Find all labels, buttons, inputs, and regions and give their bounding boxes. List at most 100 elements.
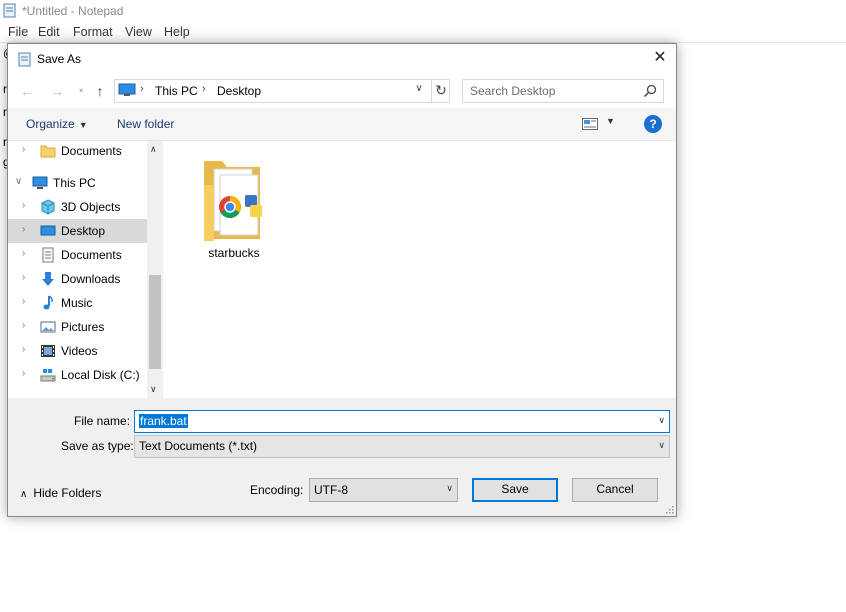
tree-label: Documents [61,248,122,262]
folder-icon [204,161,262,241]
tree-label: Pictures [61,320,105,334]
scrollbar-thumb[interactable] [149,275,161,369]
tree-item-downloads[interactable]: › Downloads [8,267,147,291]
documents-icon [42,247,54,263]
cancel-button[interactable]: Cancel [572,478,658,502]
up-icon[interactable]: ↑ [91,82,109,100]
tree-label: Videos [61,344,98,358]
caret-down-icon[interactable]: ▼ [606,116,615,126]
menu-file[interactable]: File [8,25,28,39]
chevron-right-icon: › [22,320,26,331]
tree-item-desktop[interactable]: › Desktop [8,219,147,243]
menu-help[interactable]: Help [164,25,190,39]
hide-folders-label: Hide Folders [33,486,102,500]
tree-item-this-pc[interactable]: ∨ This PC [8,171,147,195]
file-item-starbucks[interactable]: starbucks [192,155,276,265]
forward-icon[interactable]: → [48,82,66,100]
dialog-titlebar[interactable]: Save As ✕ [8,44,676,74]
new-folder-button[interactable]: New folder [117,117,174,131]
chevron-down-icon: ∨ [446,483,453,493]
chevron-right-icon: › [202,83,206,95]
chevron-right-icon: › [140,83,144,95]
3d-objects-icon [41,199,55,215]
scroll-down-icon[interactable]: ∨ [150,384,157,395]
menu-edit[interactable]: Edit [38,25,60,39]
music-icon [43,295,53,310]
tree-label: Local Disk (C:) [61,368,140,382]
chevron-down-icon[interactable]: ∨ [658,415,665,426]
search-input[interactable]: Search Desktop [462,79,664,103]
recent-locations-icon[interactable]: ▾ [72,82,90,100]
save-as-type-select[interactable]: Text Documents (*.txt) ∨ [134,435,670,458]
view-options-icon[interactable] [582,118,598,130]
chevron-right-icon: › [22,224,26,235]
videos-icon [41,345,55,357]
help-icon[interactable]: ? [644,115,662,133]
disk-icon [40,369,56,382]
file-name-label: starbucks [208,246,260,260]
tree-label: Documents [61,144,122,158]
notepad-menubar: File Edit Format View Help [0,23,846,43]
tree-item-documents-quick[interactable]: › Documents [8,141,147,163]
navigation-pane: › Documents ∨ This PC › 3D Objects › Des… [8,141,163,398]
chevron-right-icon: › [22,296,26,307]
chevron-down-icon: ∨ [658,440,665,450]
close-icon[interactable]: ✕ [644,44,676,74]
breadcrumb-this-pc[interactable]: This PC [155,84,198,98]
chevron-down-icon: ∨ [15,176,23,187]
tree-item-documents[interactable]: › Documents [8,243,147,267]
back-icon[interactable]: ← [18,82,36,100]
command-bar: Organize ▼ New folder ▼ ? [8,108,676,141]
file-list-pane[interactable]: starbucks [163,141,676,398]
notepad-icon [18,52,31,67]
chevron-right-icon: › [22,248,26,259]
encoding-label: Encoding: [250,483,304,497]
tree-scrollbar[interactable]: ∧ ∨ [147,141,163,398]
download-icon [42,272,54,286]
chevron-up-icon: ∧ [20,489,28,500]
organize-label: Organize [26,117,75,131]
tree-item-pictures[interactable]: › Pictures [8,315,147,339]
menu-view[interactable]: View [125,25,152,39]
chevron-right-icon: › [22,144,26,155]
tree-label: Downloads [61,272,121,286]
notepad-icon [3,3,16,18]
organize-button[interactable]: Organize ▼ [26,117,88,131]
tree-item-music[interactable]: › Music [8,291,147,315]
file-name-label: File name: [74,414,131,428]
hide-folders-button[interactable]: ∧ Hide Folders [20,486,101,500]
chevron-down-icon[interactable]: ∨ [412,83,426,94]
pictures-icon [40,321,56,333]
tree-item-videos[interactable]: › Videos [8,339,147,363]
file-name-input[interactable]: frank.bat ∨ [134,410,670,433]
desktop-icon [40,225,56,236]
chevron-right-icon: › [22,272,26,283]
save-as-type-value: Text Documents (*.txt) [139,439,258,453]
tree-item-3d-objects[interactable]: › 3D Objects [8,195,147,219]
menu-format[interactable]: Format [73,25,113,39]
navigation-bar: ← → ▾ ↑ › This PC › Desktop ∨ ↻ Search D… [8,74,676,108]
file-name-value: frank.bat [139,414,188,428]
tree-label: Desktop [61,224,106,238]
address-bar[interactable]: › This PC › Desktop ∨ ↻ [114,79,450,103]
search-icon [643,84,657,98]
notepad-title: *Untitled - Notepad [22,4,124,18]
resize-grip-icon[interactable] [664,504,674,514]
save-button[interactable]: Save [472,478,558,502]
save-as-dialog: Save As ✕ ← → ▾ ↑ › This PC › Desktop ∨ … [7,43,677,517]
tree-label: This PC [53,176,96,190]
encoding-select[interactable]: UTF-8 ∨ [309,478,458,502]
computer-icon [118,83,136,96]
tree-label: 3D Objects [61,200,121,214]
breadcrumb-desktop[interactable]: Desktop [217,84,261,98]
folder-icon [40,145,56,158]
scroll-up-icon[interactable]: ∧ [150,144,157,155]
search-placeholder: Search Desktop [470,84,556,98]
tree-label: Music [61,296,93,310]
computer-icon [32,176,48,189]
chevron-right-icon: › [22,368,26,379]
tree-item-local-disk[interactable]: › Local Disk (C:) [8,363,147,387]
chevron-right-icon: › [22,344,26,355]
caret-down-icon: ▼ [78,120,88,130]
refresh-icon[interactable]: ↻ [431,80,450,102]
